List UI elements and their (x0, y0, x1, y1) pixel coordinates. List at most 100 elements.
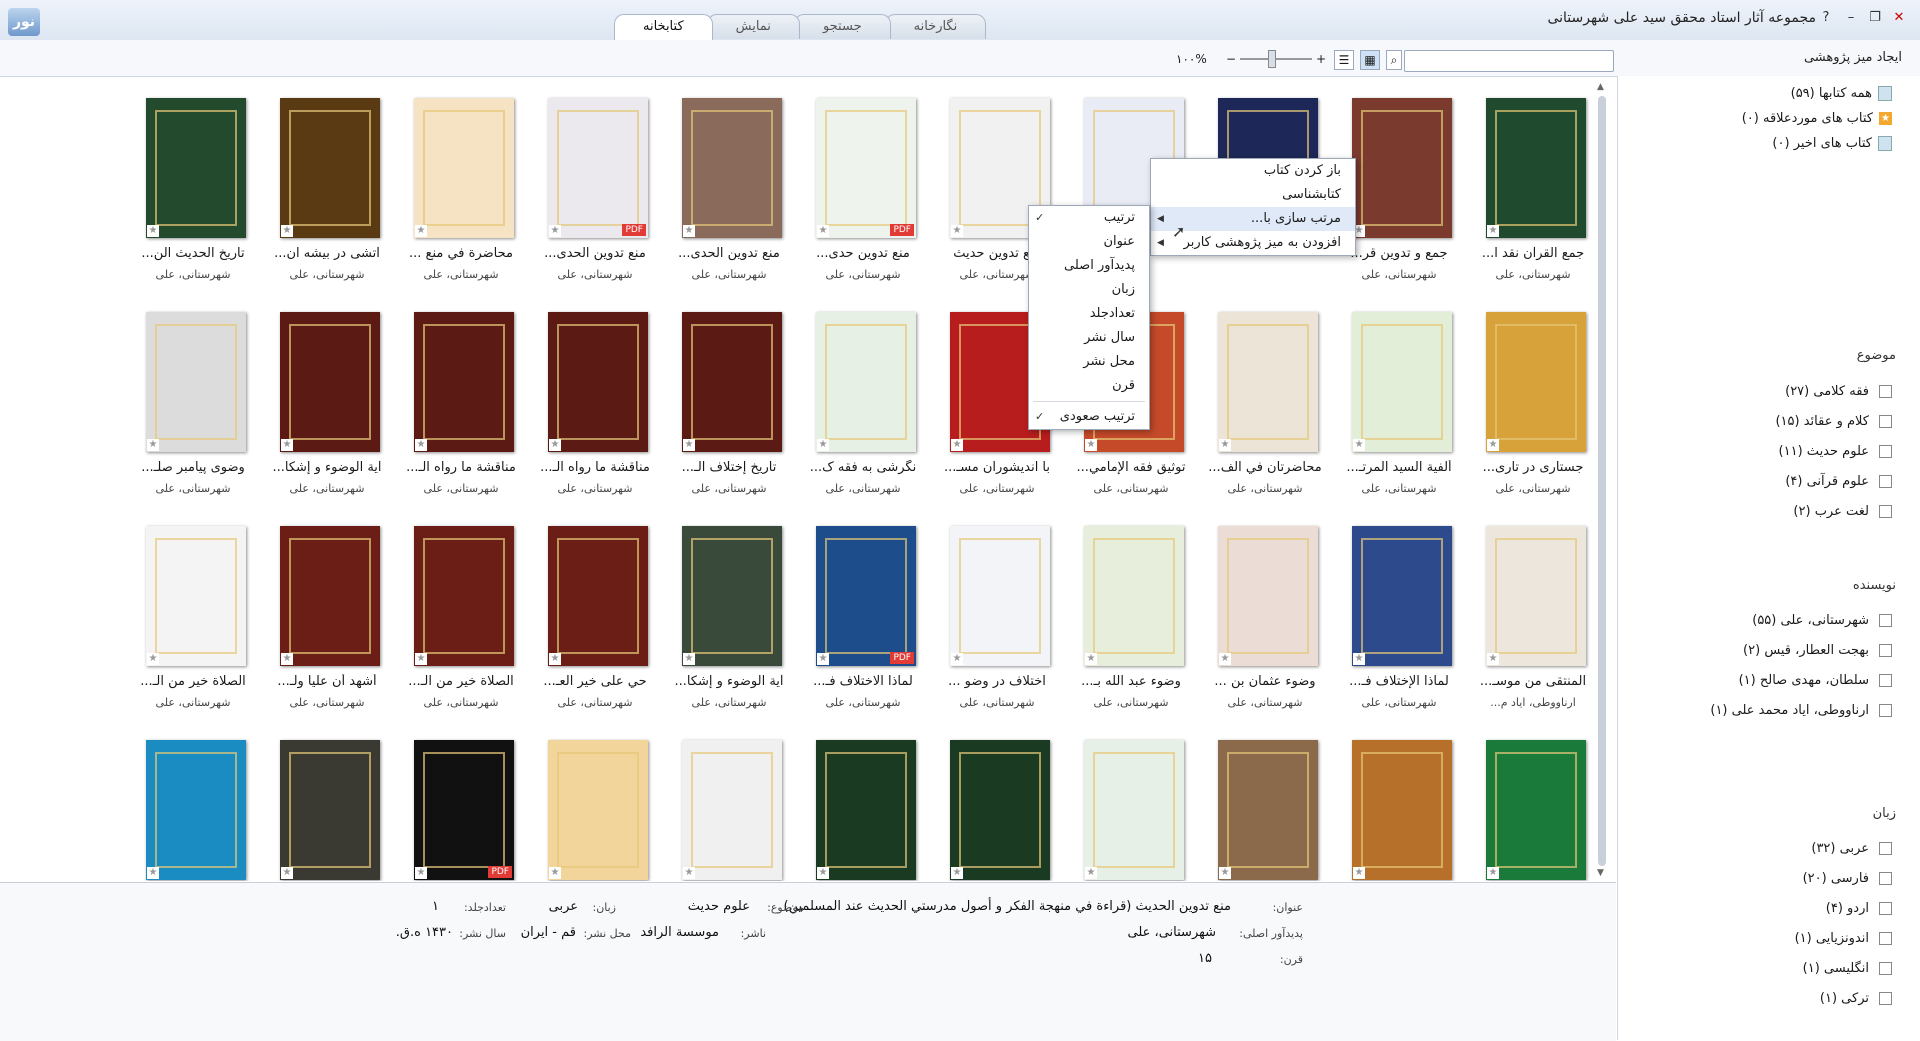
favorite-star-icon[interactable]: ★ (817, 225, 829, 237)
zoom-slider-track[interactable] (1240, 58, 1312, 60)
favorite-star-icon[interactable]: ★ (415, 225, 427, 237)
zoom-out-icon[interactable]: − (1222, 50, 1240, 68)
book-cover[interactable]: ★ (682, 526, 782, 666)
language-filter-item[interactable]: اندونزیایی (۱) (1795, 931, 1892, 946)
favorite-star-icon[interactable]: ★ (1085, 653, 1097, 665)
favorite-star-icon[interactable]: ★ (1219, 867, 1231, 879)
search-input[interactable] (1404, 50, 1614, 72)
zoom-slider-thumb[interactable] (1268, 50, 1276, 68)
book-cover[interactable]: ★ (1084, 526, 1184, 666)
author-filter-item[interactable]: شهرستانی، علی (۵۵) (1752, 613, 1892, 628)
favorite-star-icon[interactable]: ★ (1353, 867, 1365, 879)
book-cover[interactable]: ★ (950, 526, 1050, 666)
sort-option-century[interactable]: قرن (1029, 374, 1149, 398)
favorite-star-icon[interactable]: ★ (683, 653, 695, 665)
sort-option-order[interactable]: ترتیب ✓ (1029, 206, 1149, 230)
book-cover[interactable]: ★ (1352, 526, 1452, 666)
book-cover[interactable]: ★ (414, 98, 514, 238)
book-cover[interactable]: ★ (682, 312, 782, 452)
checkbox[interactable] (1879, 992, 1892, 1005)
language-filter-item[interactable]: فارسی (۲۰) (1803, 871, 1892, 886)
subject-filter-item[interactable]: علوم قرآنی (۴) (1785, 474, 1892, 489)
favorite-star-icon[interactable]: ★ (415, 867, 427, 879)
all-books-link[interactable]: همه کتابها (۵۹) (1791, 86, 1892, 101)
book-cover[interactable]: ★ PDF (548, 98, 648, 238)
tab-view[interactable]: نمایش (706, 14, 800, 39)
checkbox[interactable] (1879, 674, 1892, 687)
favorite-star-icon[interactable]: ★ (549, 653, 561, 665)
favorite-star-icon[interactable]: ★ (1487, 653, 1499, 665)
book-cover[interactable]: ★ (1218, 312, 1318, 452)
book-cover[interactable]: ★ (146, 98, 246, 238)
book-cover[interactable]: ★ PDF (414, 740, 514, 880)
favorite-star-icon[interactable]: ★ (147, 439, 159, 451)
favorite-star-icon[interactable]: ★ (415, 439, 427, 451)
book-cover[interactable]: ★ (1218, 526, 1318, 666)
scrollbar-thumb[interactable] (1598, 96, 1606, 866)
book-cover[interactable]: ★ (816, 312, 916, 452)
favorite-star-icon[interactable]: ★ (549, 867, 561, 879)
checkbox[interactable] (1879, 902, 1892, 915)
book-cover[interactable]: ★ (1352, 312, 1452, 452)
scroll-up-icon[interactable]: ▲ (1597, 82, 1604, 92)
favorite-star-icon[interactable]: ★ (1085, 439, 1097, 451)
favorite-star-icon[interactable]: ★ (951, 867, 963, 879)
language-filter-item[interactable]: ترکی (۱) (1820, 991, 1892, 1006)
favorite-books-link[interactable]: ★کتاب های موردعلاقه (۰) (1742, 111, 1892, 126)
book-cover[interactable]: ★ PDF (816, 98, 916, 238)
checkbox[interactable] (1879, 445, 1892, 458)
sort-option-place[interactable]: محل نشر (1029, 350, 1149, 374)
book-cover[interactable]: ★ (548, 740, 648, 880)
checkbox[interactable] (1879, 932, 1892, 945)
book-cover[interactable]: ★ (146, 740, 246, 880)
book-cover[interactable]: ★ (280, 98, 380, 238)
book-cover[interactable]: ★ (146, 312, 246, 452)
favorite-star-icon[interactable]: ★ (281, 867, 293, 879)
favorite-star-icon[interactable]: ★ (817, 439, 829, 451)
favorite-star-icon[interactable]: ★ (1219, 439, 1231, 451)
favorite-star-icon[interactable]: ★ (1085, 867, 1097, 879)
favorite-star-icon[interactable]: ★ (147, 653, 159, 665)
favorite-star-icon[interactable]: ★ (683, 439, 695, 451)
favorite-star-icon[interactable]: ★ (683, 867, 695, 879)
zoom-in-icon[interactable]: + (1312, 50, 1330, 68)
checkbox[interactable] (1879, 614, 1892, 627)
search-icon[interactable]: ⌕ (1386, 50, 1402, 70)
book-cover[interactable]: ★ (414, 526, 514, 666)
book-cover[interactable]: ★ (1486, 98, 1586, 238)
favorite-star-icon[interactable]: ★ (1487, 439, 1499, 451)
tab-gallery[interactable]: نگارخانه (884, 14, 987, 39)
recent-books-link[interactable]: کتاب های اخیر (۰) (1772, 136, 1892, 151)
checkbox[interactable] (1879, 842, 1892, 855)
author-filter-item[interactable]: ارناووطی، ایاد محمد علی (۱) (1710, 703, 1892, 718)
favorite-star-icon[interactable]: ★ (1487, 867, 1499, 879)
book-cover[interactable]: ★ (682, 740, 782, 880)
tab-library[interactable]: کتابخانه (614, 14, 713, 41)
restore-icon[interactable]: ❐ (1866, 9, 1884, 27)
favorite-star-icon[interactable]: ★ (415, 653, 427, 665)
favorite-star-icon[interactable]: ★ (549, 439, 561, 451)
author-filter-item[interactable]: سلطان، مهدی صالح (۱) (1739, 673, 1892, 688)
book-cover[interactable]: ★ (1486, 740, 1586, 880)
subject-filter-item[interactable]: کلام و عقائد (۱۵) (1775, 414, 1892, 429)
book-cover[interactable]: ★ (146, 526, 246, 666)
favorite-star-icon[interactable]: ★ (281, 653, 293, 665)
book-cover[interactable]: ★ (1352, 740, 1452, 880)
sort-option-ascending[interactable]: ترتیب صعودی ✓ (1029, 405, 1149, 429)
checkbox[interactable] (1879, 415, 1892, 428)
book-cover[interactable]: ★ (280, 526, 380, 666)
menu-item-bibliography[interactable]: کتابشناسی (1151, 183, 1355, 207)
sort-option-author[interactable]: پدیدآور اصلی (1029, 254, 1149, 278)
book-cover[interactable]: ★ (414, 312, 514, 452)
language-filter-item[interactable]: اردو (۴) (1826, 901, 1892, 916)
favorite-star-icon[interactable]: ★ (281, 225, 293, 237)
tab-search[interactable]: جستجو (793, 14, 891, 39)
favorite-star-icon[interactable]: ★ (1353, 439, 1365, 451)
sort-option-title[interactable]: عنوان (1029, 230, 1149, 254)
sort-option-volumes[interactable]: تعدادجلد (1029, 302, 1149, 326)
book-cover[interactable]: ★ (950, 740, 1050, 880)
close-icon[interactable]: ✕ (1890, 9, 1908, 27)
book-cover[interactable]: ★ (1486, 312, 1586, 452)
checkbox[interactable] (1879, 704, 1892, 717)
language-filter-item[interactable]: عربی (۳۲) (1811, 841, 1892, 856)
